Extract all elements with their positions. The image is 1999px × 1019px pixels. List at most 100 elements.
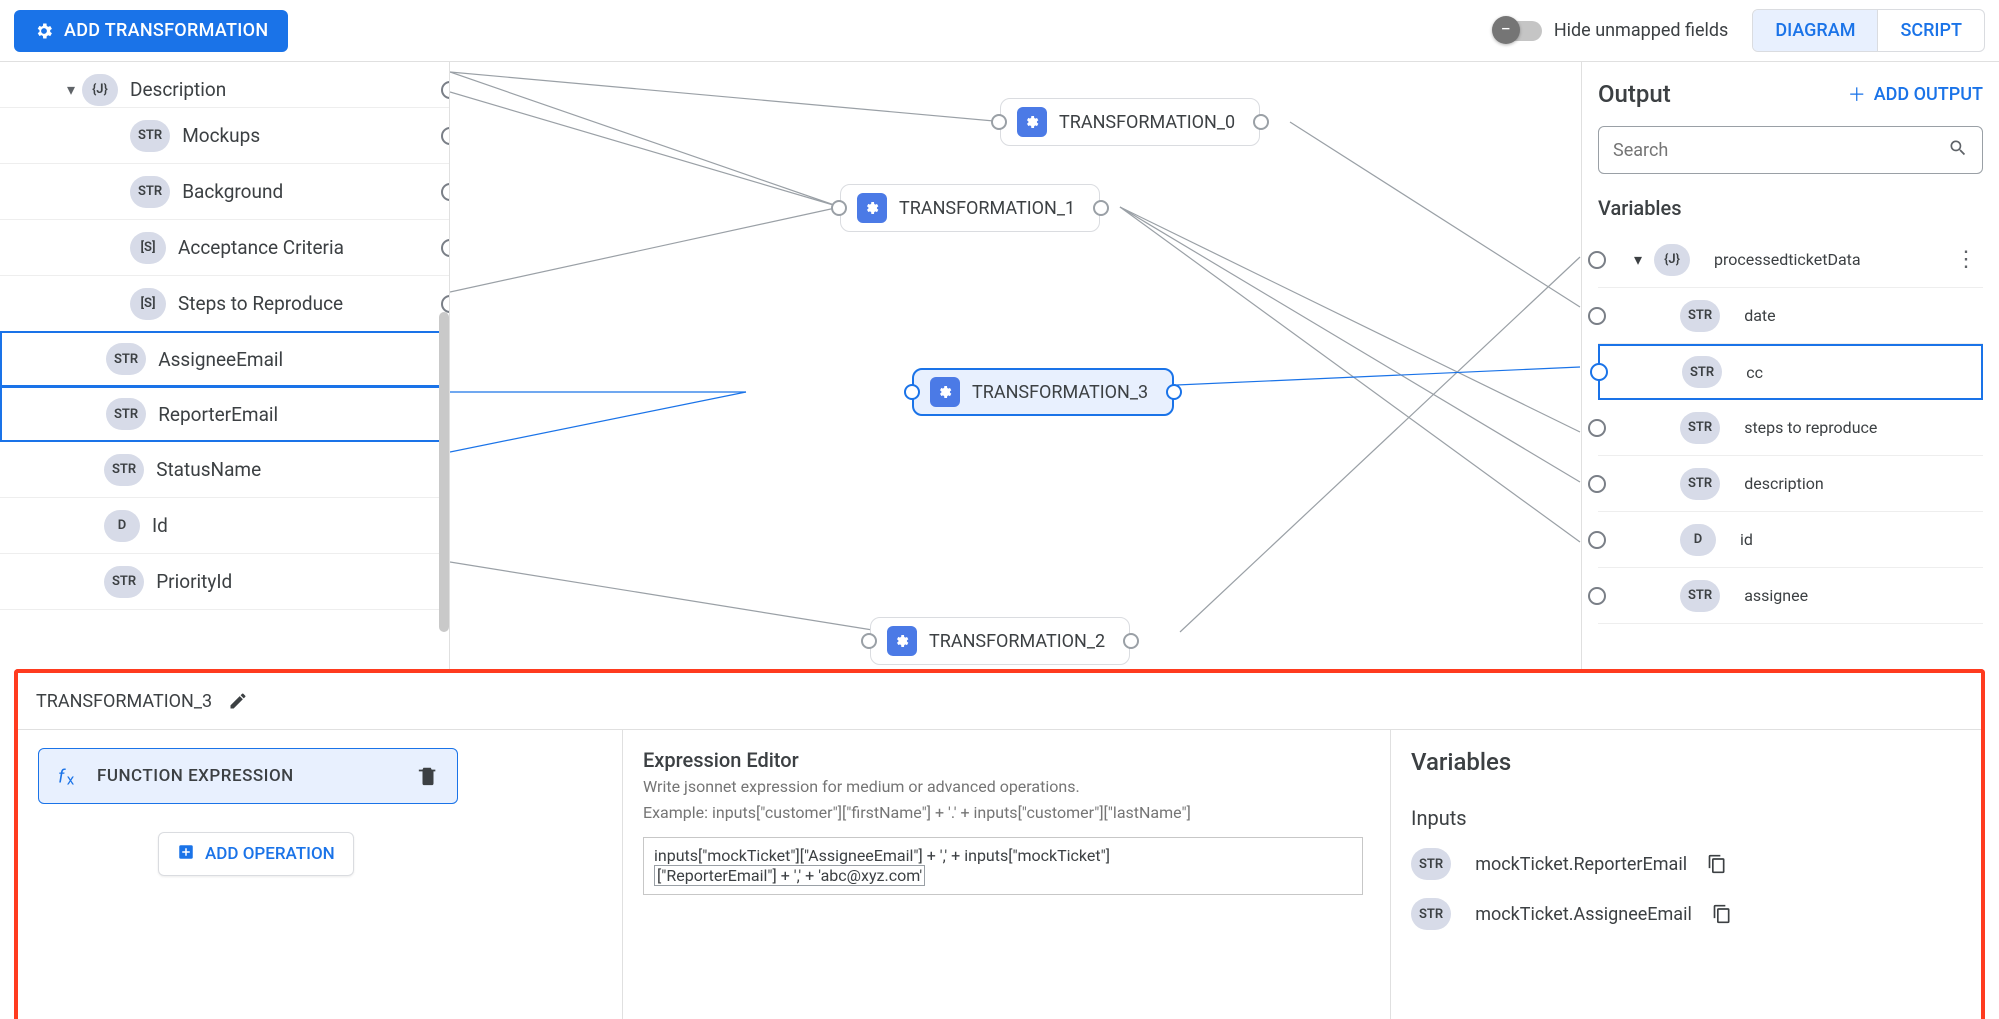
output-root-row[interactable]: ▾ {J} processedticketData ⋮ <box>1598 232 1983 288</box>
output-port[interactable] <box>441 295 450 313</box>
output-row[interactable]: STR description <box>1598 456 1983 512</box>
output-port[interactable] <box>441 81 450 99</box>
kebab-icon[interactable]: ⋮ <box>1955 247 1983 272</box>
output-port[interactable] <box>441 183 450 201</box>
field-label: description <box>1744 474 1824 493</box>
output-port[interactable] <box>1093 200 1109 216</box>
tab-script[interactable]: SCRIPT <box>1878 10 1984 51</box>
field-label: date <box>1744 306 1775 325</box>
search-input[interactable] <box>1613 140 1938 161</box>
function-expression-label: FUNCTION EXPRESSION <box>97 766 403 786</box>
expression-subtext: Write jsonnet expression for medium or a… <box>643 776 1370 798</box>
type-badge: STR <box>130 176 170 208</box>
input-port[interactable] <box>1588 587 1606 605</box>
node-label: TRANSFORMATION_2 <box>929 631 1105 652</box>
caret-down-icon[interactable]: ▾ <box>60 80 82 99</box>
transformation-node-selected[interactable]: TRANSFORMATION_3 <box>912 368 1174 416</box>
plus-square-icon <box>177 843 195 866</box>
input-port[interactable] <box>831 200 847 216</box>
type-badge: D <box>1680 524 1716 556</box>
output-search[interactable] <box>1598 126 1983 174</box>
inputs-subheading: Inputs <box>1411 806 1961 830</box>
tree-row[interactable]: ▾ {J} Description <box>0 72 449 108</box>
field-label: Steps to Reproduce <box>178 292 343 315</box>
input-port[interactable] <box>991 114 1007 130</box>
field-label: Description <box>130 78 226 101</box>
input-port[interactable] <box>904 384 920 400</box>
field-label: StatusName <box>156 458 261 481</box>
tree-row[interactable]: D Id <box>0 498 449 554</box>
tree-row[interactable]: STR AssigneeEmail <box>0 331 449 387</box>
output-panel: Output ＋ ADD OUTPUT Variables ▾ {J} proc… <box>1581 62 1999 669</box>
input-port[interactable] <box>1588 307 1606 325</box>
operations-column: fx FUNCTION EXPRESSION ADD OPERATION <box>18 730 623 1019</box>
transformation-node[interactable]: TRANSFORMATION_1 <box>840 184 1100 232</box>
input-port[interactable] <box>1588 419 1606 437</box>
tab-diagram[interactable]: DIAGRAM <box>1753 10 1878 51</box>
toggle-track: − <box>1496 21 1542 41</box>
type-badge: STR <box>1680 580 1720 612</box>
tree-row[interactable]: STR PriorityId <box>0 554 449 610</box>
canvas[interactable]: TRANSFORMATION_0 TRANSFORMATION_1 TRANSF… <box>450 62 1581 669</box>
input-port[interactable] <box>1588 251 1606 269</box>
output-row[interactable]: STRsteps to reproduce <box>1598 400 1983 456</box>
output-port[interactable] <box>441 239 450 257</box>
type-badge: D <box>104 510 140 542</box>
var-label: mockTicket.ReporterEmail <box>1475 854 1687 875</box>
transformation-node[interactable]: TRANSFORMATION_0 <box>1000 98 1260 146</box>
tree-row[interactable]: [S] Acceptance Criteria <box>0 220 449 276</box>
tree-row[interactable]: STR StatusName <box>0 442 449 498</box>
field-label: assignee <box>1744 586 1808 605</box>
output-port[interactable] <box>441 127 450 145</box>
function-expression-chip[interactable]: fx FUNCTION EXPRESSION <box>38 748 458 804</box>
caret-down-icon[interactable]: ▾ <box>1634 250 1642 269</box>
variables-heading: Variables <box>1598 196 1983 220</box>
trash-icon[interactable] <box>417 765 439 787</box>
tree-row[interactable]: STR Background <box>0 164 449 220</box>
code-line: inputs["mockTicket"]["AssigneeEmail"] + … <box>654 846 1352 865</box>
add-transformation-button[interactable]: ADD TRANSFORMATION <box>14 10 288 52</box>
expression-textarea[interactable]: inputs["mockTicket"]["AssigneeEmail"] + … <box>643 837 1363 895</box>
scrollbar[interactable] <box>439 312 449 632</box>
input-port[interactable] <box>1590 363 1608 381</box>
type-badge: STR <box>1682 356 1722 388</box>
input-tree: ▾ {J} Description STR Mockups STR Backgr… <box>0 62 449 610</box>
tree-row[interactable]: [S] Steps to Reproduce <box>0 276 449 332</box>
field-label: Id <box>152 514 168 537</box>
input-port[interactable] <box>1588 475 1606 493</box>
add-operation-button[interactable]: ADD OPERATION <box>158 832 354 876</box>
output-row[interactable]: Did <box>1598 512 1983 568</box>
expression-editor-column: Expression Editor Write jsonnet expressi… <box>623 730 1391 1019</box>
svg-text:f: f <box>58 767 66 788</box>
gear-icon <box>887 626 917 656</box>
output-port[interactable] <box>1166 384 1182 400</box>
expression-heading: Expression Editor <box>643 748 1370 772</box>
edge-layer <box>450 62 1581 669</box>
type-badge: STR <box>1680 468 1720 500</box>
expression-example: Example: inputs["customer"]["firstName"]… <box>643 802 1370 824</box>
transformation-node[interactable]: TRANSFORMATION_2 <box>870 617 1130 665</box>
pencil-icon[interactable] <box>228 691 248 711</box>
output-row[interactable]: STRdate <box>1598 288 1983 344</box>
output-row[interactable]: STR assignee <box>1598 568 1983 624</box>
type-badge: STR <box>106 398 146 430</box>
tree-row[interactable]: STR ReporterEmail <box>0 386 449 442</box>
output-row[interactable]: STRcc <box>1598 344 1983 400</box>
input-port[interactable] <box>861 633 877 649</box>
input-port[interactable] <box>1588 531 1606 549</box>
hide-unmapped-toggle[interactable]: − Hide unmapped fields <box>1496 20 1729 41</box>
var-row: STR mockTicket.ReporterEmail <box>1411 848 1961 880</box>
type-badge: STR <box>1680 412 1720 444</box>
type-badge: [S] <box>130 288 166 320</box>
output-port[interactable] <box>1123 633 1139 649</box>
node-label: TRANSFORMATION_3 <box>972 382 1148 403</box>
hide-unmapped-label: Hide unmapped fields <box>1554 20 1729 41</box>
type-badge: STR <box>130 120 170 152</box>
copy-icon[interactable] <box>1712 904 1732 924</box>
output-port[interactable] <box>1253 114 1269 130</box>
add-output-button[interactable]: ＋ ADD OUTPUT <box>1848 81 1983 107</box>
copy-icon[interactable] <box>1707 854 1727 874</box>
add-output-label: ADD OUTPUT <box>1874 84 1983 105</box>
add-operation-label: ADD OPERATION <box>205 844 335 864</box>
tree-row[interactable]: STR Mockups <box>0 108 449 164</box>
